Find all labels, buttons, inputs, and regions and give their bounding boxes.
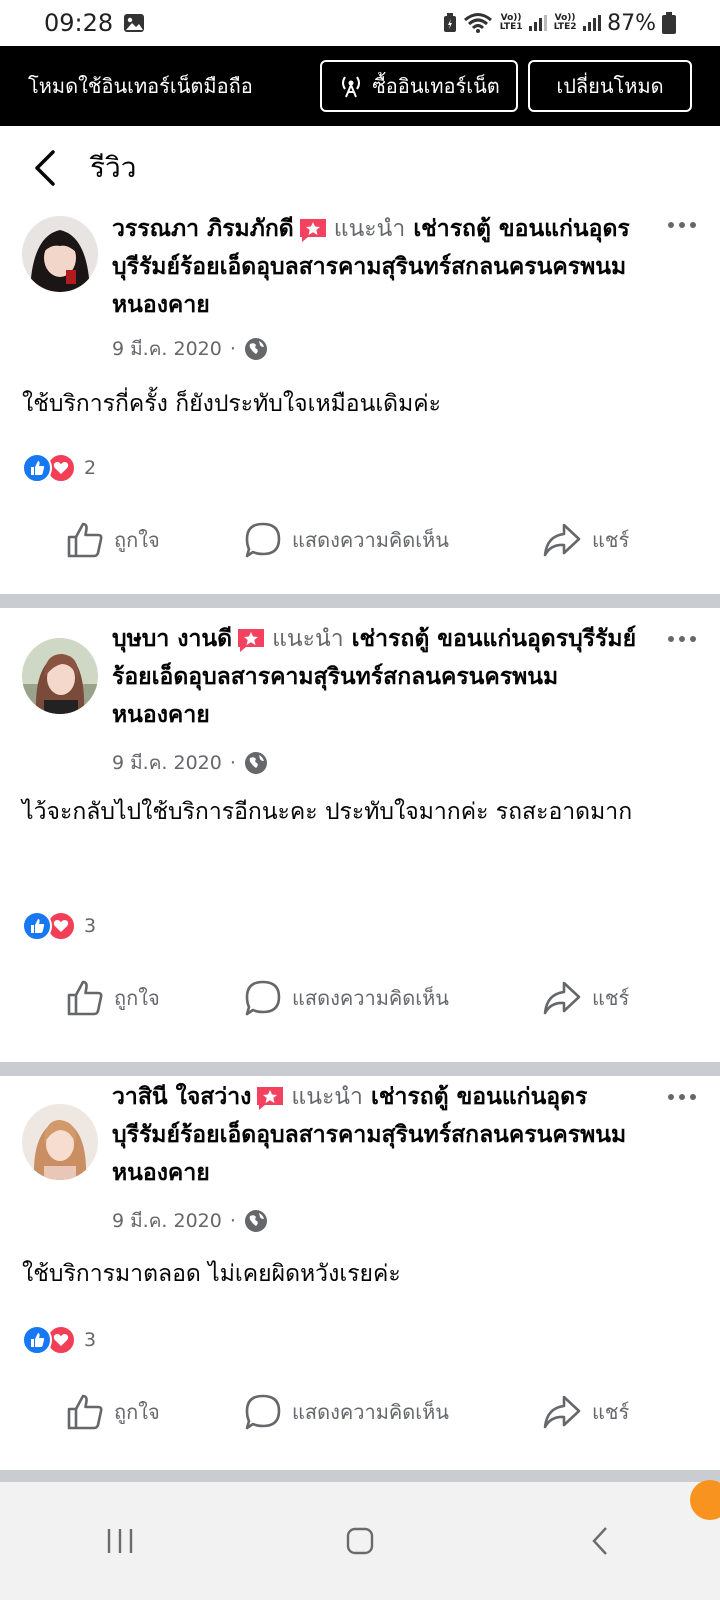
review-date[interactable]: 9 มี.ค. 2020	[112, 748, 222, 778]
like-label: ถูกใจ	[114, 528, 160, 552]
recommend-label: แนะนำ	[272, 626, 344, 652]
battery-saver-icon	[444, 13, 457, 32]
recommend-icon	[299, 218, 326, 242]
comment-bubble-icon	[245, 980, 281, 1016]
review-date[interactable]: 9 มี.ค. 2020	[112, 1206, 222, 1236]
sim1-label: Vo)) LTE1	[499, 13, 523, 32]
buy-internet-button[interactable]: ซื้ออินเทอร์เน็ต	[320, 60, 518, 112]
back-chevron-icon	[592, 1527, 607, 1555]
system-back-button[interactable]	[540, 1501, 660, 1581]
comment-label: แสดงความคิดเห็น	[292, 1400, 449, 1424]
avatar[interactable]	[22, 638, 98, 714]
review-card: บุษบา งานดี แนะนำ เช่ารถตู้ ขอนแก่นอุดรบุ…	[0, 608, 720, 1062]
like-reaction-icon	[22, 1325, 52, 1355]
recommend-icon	[257, 1086, 284, 1110]
like-button[interactable]: ถูกใจ	[66, 1393, 160, 1431]
share-button[interactable]: แชร์	[542, 1394, 629, 1430]
reactions-summary[interactable]: 3	[22, 1324, 96, 1356]
reviewer-name[interactable]: วรรณภา ภิรมภักดี	[112, 216, 294, 242]
comment-bubble-icon	[245, 1394, 281, 1430]
like-label: ถูกใจ	[114, 986, 160, 1010]
avatar[interactable]	[22, 216, 98, 292]
action-bar: ถูกใจ แสดงความคิดเห็น แชร์	[0, 1382, 720, 1442]
share-arrow-icon	[543, 981, 581, 1015]
review-text: ใช้บริการมาตลอด ไม่เคยผิดหวังเรยค่ะ	[22, 1261, 401, 1287]
share-button[interactable]: แชร์	[542, 522, 629, 558]
buy-internet-label: ซื้ออินเทอร์เน็ต	[372, 74, 500, 98]
globe-icon	[244, 1210, 267, 1232]
battery-icon	[662, 12, 676, 34]
reaction-count: 3	[84, 1329, 97, 1351]
battery-percent: 87%	[607, 10, 656, 36]
avatar[interactable]	[22, 1104, 98, 1180]
home-icon	[346, 1527, 374, 1555]
thumbs-up-icon	[67, 980, 103, 1016]
more-options-button[interactable]	[662, 624, 702, 654]
review-text: ไว้จะกลับไปใช้บริการอีกนะคะ ประทับใจมากค…	[22, 799, 633, 825]
share-label: แชร์	[592, 528, 630, 552]
status-bar: 09:28 Vo)) LTE1 Vo)) LTE2 87%	[0, 0, 720, 46]
review-text: ใช้บริการกี่ครั้ง ก็ยังประทับใจเหมือนเดิ…	[22, 391, 442, 417]
globe-icon	[244, 752, 267, 774]
reaction-count: 2	[84, 457, 97, 479]
review-card: วาสินี ใจสว่าง แนะนำ เช่ารถตู้ ขอนแก่นอุด…	[0, 1076, 720, 1470]
wifi-icon	[464, 13, 493, 33]
reactions-summary[interactable]: 3	[22, 910, 96, 942]
review-card: วรรณภา ภิรมภักดี แนะนำ เช่ารถตู้ ขอนแก่นอ…	[0, 210, 720, 594]
thumbs-up-icon	[67, 1394, 103, 1430]
comment-button[interactable]: แสดงความคิดเห็น	[244, 979, 449, 1017]
comment-label: แสดงความคิดเห็น	[292, 528, 449, 552]
signal-bars-icon	[583, 15, 602, 31]
comment-button[interactable]: แสดงความคิดเห็น	[244, 1393, 449, 1431]
gallery-icon	[124, 14, 145, 32]
reactions-summary[interactable]: 2	[22, 452, 96, 484]
share-button[interactable]: แชร์	[542, 980, 629, 1016]
comment-button[interactable]: แสดงความคิดเห็น	[244, 521, 449, 559]
status-time: 09:28	[44, 9, 114, 37]
reviewer-name[interactable]: บุษบา งานดี	[112, 626, 232, 652]
action-bar: ถูกใจ แสดงความคิดเห็น แชร์	[0, 968, 720, 1028]
back-button[interactable]	[0, 126, 90, 210]
antenna-icon	[342, 76, 361, 98]
comment-label: แสดงความคิดเห็น	[292, 986, 449, 1010]
recommend-label: แนะนำ	[333, 216, 406, 242]
share-arrow-icon	[543, 523, 581, 557]
recommend-icon	[238, 628, 265, 652]
sim2-label: Vo)) LTE2	[553, 13, 577, 32]
signal-bars-icon	[529, 15, 548, 31]
comment-bubble-icon	[245, 522, 281, 558]
switch-mode-button[interactable]: เปลี่ยนโหมด	[528, 60, 692, 112]
page-title: รีวิว	[90, 151, 137, 184]
section-divider	[0, 594, 720, 608]
mobile-data-mode-banner: โหมดใช้อินเทอร์เน็ตมือถือ ซื้ออินเทอร์เน…	[0, 46, 720, 126]
review-date[interactable]: 9 มี.ค. 2020	[112, 334, 222, 364]
more-options-button[interactable]	[662, 210, 702, 240]
home-button[interactable]	[300, 1501, 420, 1581]
share-label: แชร์	[592, 986, 630, 1010]
globe-icon	[244, 338, 267, 360]
thumbs-up-icon	[67, 522, 103, 558]
recent-apps-icon	[107, 1529, 133, 1553]
recent-apps-button[interactable]	[60, 1501, 180, 1581]
section-divider	[0, 1062, 720, 1076]
system-navigation-bar	[0, 1482, 720, 1600]
back-arrow-icon	[35, 150, 55, 186]
like-reaction-icon	[22, 911, 52, 941]
reviewer-name[interactable]: วาสินี ใจสว่าง	[112, 1084, 251, 1110]
recommend-label: แนะนำ	[291, 1084, 363, 1110]
like-reaction-icon	[22, 453, 52, 483]
page-header: รีวิว	[0, 126, 720, 210]
mode-banner-text: โหมดใช้อินเทอร์เน็ตมือถือ	[28, 74, 253, 98]
share-arrow-icon	[543, 1395, 581, 1429]
share-label: แชร์	[592, 1400, 630, 1424]
section-divider	[0, 1470, 720, 1482]
more-options-button[interactable]	[662, 1082, 702, 1112]
reaction-count: 3	[84, 915, 97, 937]
action-bar: ถูกใจ แสดงความคิดเห็น แชร์	[0, 510, 720, 570]
like-button[interactable]: ถูกใจ	[66, 521, 160, 559]
like-button[interactable]: ถูกใจ	[66, 979, 160, 1017]
like-label: ถูกใจ	[114, 1400, 160, 1424]
